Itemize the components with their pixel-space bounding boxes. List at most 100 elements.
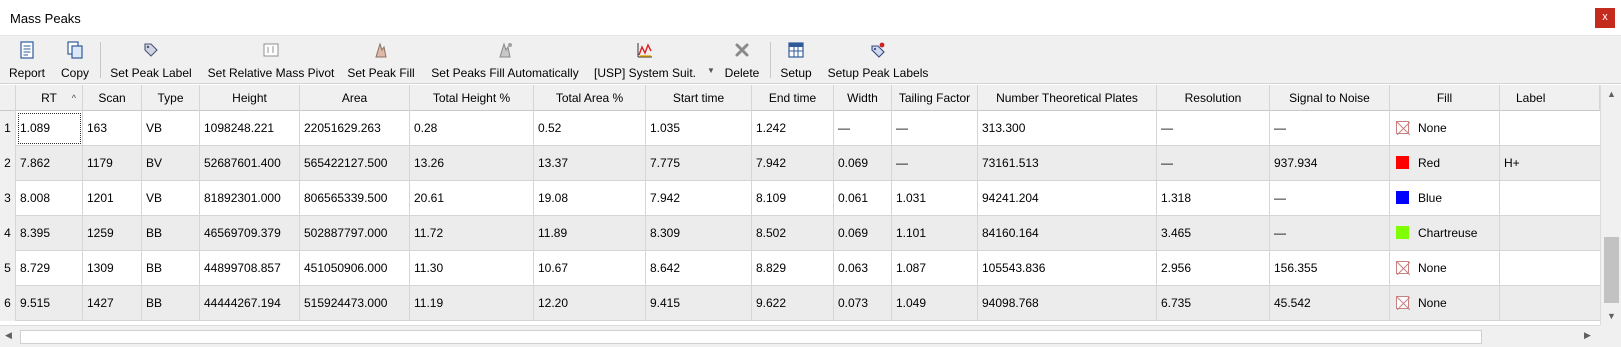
cell-total-height[interactable]: 13.26 — [410, 146, 534, 181]
cell-resolution[interactable]: 6.735 — [1157, 286, 1270, 321]
set-peaks-fill-auto-button[interactable]: Set Peaks Fill Automatically — [426, 36, 584, 84]
cell-tailing-factor[interactable]: — — [892, 111, 978, 146]
cell-start-time[interactable]: 8.309 — [646, 216, 752, 251]
vertical-scrollbar[interactable]: ▲ ▼ — [1600, 85, 1621, 325]
cell-plates[interactable]: 94241.204 — [978, 181, 1157, 216]
column-header-scan[interactable]: Scan — [83, 85, 142, 111]
cell-total-height[interactable]: 11.30 — [410, 251, 534, 286]
setup-peak-labels-button[interactable]: Setup Peak Labels — [824, 36, 932, 84]
cell-plates[interactable]: 313.300 — [978, 111, 1157, 146]
cell-total-area[interactable]: 10.67 — [534, 251, 646, 286]
cell-rt[interactable]: 7.862 — [16, 146, 83, 181]
cell-total-area[interactable]: 0.52 — [534, 111, 646, 146]
cell-tailing-factor[interactable]: — — [892, 146, 978, 181]
system-suit-dropdown[interactable]: [USP] System Suit. — [591, 36, 699, 84]
cell-start-time[interactable]: 7.775 — [646, 146, 752, 181]
cell-total-area[interactable]: 19.08 — [534, 181, 646, 216]
cell-total-height[interactable]: 11.19 — [410, 286, 534, 321]
cell-plates[interactable]: 94098.768 — [978, 286, 1157, 321]
row-number[interactable]: 5 — [0, 251, 16, 286]
cell-width[interactable]: 0.063 — [834, 251, 892, 286]
cell-label[interactable] — [1500, 286, 1600, 321]
cell-label[interactable] — [1500, 251, 1600, 286]
cell-height[interactable]: 81892301.000 — [200, 181, 300, 216]
horizontal-scrollbar[interactable]: ◀ ▶ — [0, 325, 1600, 347]
cell-height[interactable]: 1098248.221 — [200, 111, 300, 146]
cell-total-height[interactable]: 20.61 — [410, 181, 534, 216]
scroll-down-icon[interactable]: ▼ — [1607, 311, 1616, 321]
column-header-height[interactable]: Height — [200, 85, 300, 111]
cell-label[interactable] — [1500, 216, 1600, 251]
cell-width[interactable]: 0.069 — [834, 216, 892, 251]
cell-type[interactable]: BB — [142, 216, 200, 251]
column-header-total-area[interactable]: Total Area % — [534, 85, 646, 111]
copy-button[interactable]: Copy — [55, 36, 95, 84]
column-header-start-time[interactable]: Start time — [646, 85, 752, 111]
cell-width[interactable]: 0.061 — [834, 181, 892, 216]
cell-rt[interactable]: 1.089 — [16, 111, 83, 146]
cell-signal-to-noise[interactable]: — — [1270, 111, 1390, 146]
cell-type[interactable]: VB — [142, 181, 200, 216]
cell-rt[interactable]: 8.729 — [16, 251, 83, 286]
cell-label[interactable] — [1500, 111, 1600, 146]
table-row[interactable]: 4 8.395 1259 BB 46569709.379 502887797.000 11.… — [0, 216, 1600, 251]
cell-scan[interactable]: 163 — [83, 111, 142, 146]
scroll-right-icon[interactable]: ▶ — [1584, 330, 1591, 341]
cell-resolution[interactable]: 2.956 — [1157, 251, 1270, 286]
cell-end-time[interactable]: 8.829 — [752, 251, 834, 286]
cell-end-time[interactable]: 7.942 — [752, 146, 834, 181]
column-header-total-height[interactable]: Total Height % — [410, 85, 534, 111]
cell-tailing-factor[interactable]: 1.087 — [892, 251, 978, 286]
row-number[interactable]: 4 — [0, 216, 16, 251]
cell-scan[interactable]: 1201 — [83, 181, 142, 216]
cell-height[interactable]: 52687601.400 — [200, 146, 300, 181]
cell-tailing-factor[interactable]: 1.031 — [892, 181, 978, 216]
cell-label[interactable] — [1500, 181, 1600, 216]
row-number[interactable]: 1 — [0, 111, 16, 146]
cell-total-height[interactable]: 11.72 — [410, 216, 534, 251]
cell-type[interactable]: BB — [142, 251, 200, 286]
horizontal-scroll-thumb[interactable] — [20, 330, 1482, 344]
column-header-plates[interactable]: Number Theoretical Plates — [978, 85, 1157, 111]
cell-width[interactable]: 0.073 — [834, 286, 892, 321]
cell-type[interactable]: VB — [142, 111, 200, 146]
cell-signal-to-noise[interactable]: 937.934 — [1270, 146, 1390, 181]
cell-fill[interactable]: None — [1390, 251, 1500, 286]
cell-rt[interactable]: 8.395 — [16, 216, 83, 251]
cell-resolution[interactable]: 1.318 — [1157, 181, 1270, 216]
cell-resolution[interactable]: — — [1157, 111, 1270, 146]
delete-button[interactable]: Delete — [721, 36, 763, 84]
cell-tailing-factor[interactable]: 1.101 — [892, 216, 978, 251]
cell-total-area[interactable]: 11.89 — [534, 216, 646, 251]
scroll-left-icon[interactable]: ◀ — [5, 330, 12, 341]
cell-tailing-factor[interactable]: 1.049 — [892, 286, 978, 321]
cell-height[interactable]: 44899708.857 — [200, 251, 300, 286]
column-header-type[interactable]: Type — [142, 85, 200, 111]
cell-signal-to-noise[interactable]: 156.355 — [1270, 251, 1390, 286]
setup-button[interactable]: Setup — [776, 36, 816, 84]
cell-total-area[interactable]: 12.20 — [534, 286, 646, 321]
cell-start-time[interactable]: 9.415 — [646, 286, 752, 321]
column-header-tailing-factor[interactable]: Tailing Factor — [892, 85, 978, 111]
cell-plates[interactable]: 84160.164 — [978, 216, 1157, 251]
cell-type[interactable]: BV — [142, 146, 200, 181]
cell-label[interactable]: H+ — [1500, 146, 1600, 181]
cell-start-time[interactable]: 8.642 — [646, 251, 752, 286]
table-row[interactable]: 2 7.862 1179 BV 52687601.400 565422127.500 13.… — [0, 146, 1600, 181]
cell-scan[interactable]: 1179 — [83, 146, 142, 181]
cell-rt[interactable]: 9.515 — [16, 286, 83, 321]
row-number[interactable]: 3 — [0, 181, 16, 216]
cell-area[interactable]: 806565339.500 — [300, 181, 410, 216]
cell-scan[interactable]: 1259 — [83, 216, 142, 251]
column-header-area[interactable]: Area — [300, 85, 410, 111]
cell-signal-to-noise[interactable]: — — [1270, 216, 1390, 251]
column-header-signal-to-noise[interactable]: Signal to Noise — [1270, 85, 1390, 111]
cell-plates[interactable]: 105543.836 — [978, 251, 1157, 286]
column-header-resolution[interactable]: Resolution — [1157, 85, 1270, 111]
cell-plates[interactable]: 73161.513 — [978, 146, 1157, 181]
cell-height[interactable]: 44444267.194 — [200, 286, 300, 321]
cell-signal-to-noise[interactable]: — — [1270, 181, 1390, 216]
cell-width[interactable]: — — [834, 111, 892, 146]
cell-scan[interactable]: 1309 — [83, 251, 142, 286]
cell-area[interactable]: 565422127.500 — [300, 146, 410, 181]
